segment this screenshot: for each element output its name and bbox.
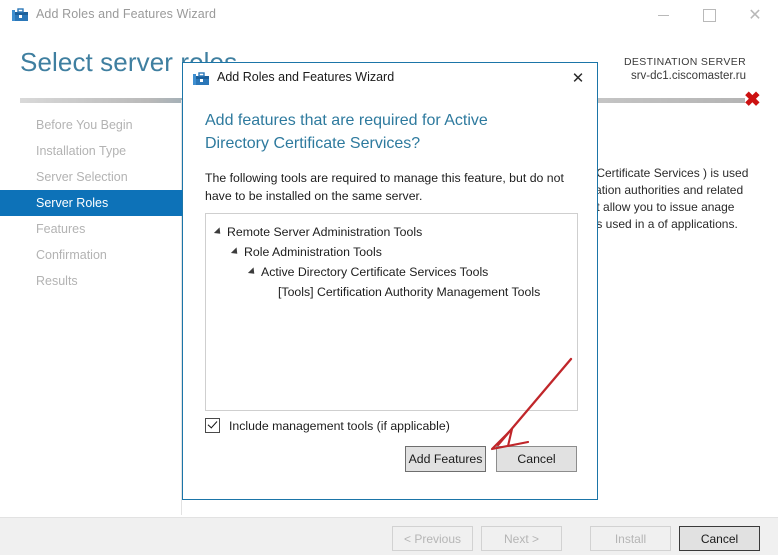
nav-item-server-roles[interactable]: Server Roles [0, 190, 182, 216]
previous-button-label: < Previous [403, 531, 462, 546]
tree-item-role-administration-tools[interactable]: Role Administration Tools [206, 242, 577, 262]
wizard-toolbox-icon [12, 8, 28, 21]
tree-item-remote-server-administration-tools[interactable]: Remote Server Administration Tools [206, 222, 577, 242]
nav-item-confirmation[interactable]: Confirmation [0, 242, 182, 268]
nav-item-server-selection[interactable]: Server Selection [0, 164, 182, 190]
next-button[interactable]: Next > [481, 526, 562, 551]
tree-item-label: Role Administration Tools [244, 245, 382, 259]
include-management-tools-checkbox[interactable] [205, 418, 220, 433]
previous-button[interactable]: < Previous [392, 526, 473, 551]
close-icon[interactable]: ✕ [732, 0, 778, 31]
cancel-button[interactable]: Cancel [679, 526, 760, 551]
nav-item-label: Features [36, 222, 86, 236]
add-features-button-label: Add Features [408, 452, 483, 466]
red-x-annotation: ✖ [744, 89, 761, 111]
nav-item-label: Installation Type [36, 144, 127, 158]
tree-item-label: Remote Server Administration Tools [227, 225, 423, 239]
destination-server-name: srv-dc1.ciscomaster.ru [630, 70, 746, 82]
tree-item-label: Active Directory Certificate Services To… [261, 265, 489, 279]
chevron-expanded-icon [247, 267, 258, 277]
wizard-toolbox-icon [193, 72, 209, 85]
install-button-label: Install [614, 531, 647, 546]
destination-server-label: DESTINATION SERVER [623, 56, 746, 68]
tree-item-label: [Tools] Certification Authority Manageme… [278, 285, 541, 299]
maximize-icon[interactable] [686, 0, 732, 31]
chevron-expanded-icon [230, 247, 241, 257]
tree-item-ad-cs-tools[interactable]: Active Directory Certificate Services To… [206, 262, 577, 282]
dialog-cancel-button-label: Cancel [517, 452, 556, 466]
nav-item-label: Server Selection [36, 170, 128, 184]
nav-item-label: Before You Begin [36, 118, 133, 132]
add-features-dialog: Add Roles and Features Wizard ✕ Add feat… [182, 62, 598, 500]
window-titlebar: Add Roles and Features Wizard ✕ [0, 0, 778, 32]
window-title: Add Roles and Features Wizard [36, 7, 217, 21]
dialog-close-icon[interactable]: ✕ [565, 67, 591, 89]
wizard-footer: < Previous Next > Install Cancel [0, 517, 778, 555]
nav-item-label: Confirmation [36, 248, 107, 262]
dialog-buttons: Add Features Cancel [405, 446, 577, 472]
include-management-tools-checkbox-row[interactable]: Include management tools (if applicable) [205, 418, 450, 433]
include-management-tools-label: Include management tools (if applicable) [229, 418, 450, 433]
nav-item-before-you-begin[interactable]: Before You Begin [0, 112, 182, 138]
minimize-icon[interactable] [640, 0, 686, 31]
dialog-titlebar: Add Roles and Features Wizard ✕ [183, 63, 597, 94]
dialog-cancel-button[interactable]: Cancel [496, 446, 577, 472]
cancel-button-label: Cancel [700, 531, 739, 546]
dialog-heading: Add features that are required for Activ… [205, 112, 488, 152]
nav-item-label: Server Roles [36, 196, 109, 210]
nav-item-results[interactable]: Results [0, 268, 182, 294]
nav-item-features[interactable]: Features [0, 216, 182, 242]
add-features-button[interactable]: Add Features [405, 446, 486, 472]
required-tools-tree[interactable]: Remote Server Administration Tools Role … [205, 213, 578, 411]
nav-item-installation-type[interactable]: Installation Type [0, 138, 182, 164]
window-controls: ✕ [640, 0, 778, 31]
chevron-expanded-icon [213, 227, 224, 237]
app-window: Add Roles and Features Wizard ✕ Select s… [0, 0, 778, 555]
next-button-label: Next > [503, 531, 539, 546]
dialog-title: Add Roles and Features Wizard [217, 70, 395, 84]
footer-buttons: < Previous Next > Install Cancel [392, 526, 760, 551]
nav-item-label: Results [36, 274, 78, 288]
install-button[interactable]: Install [590, 526, 671, 551]
tree-item-certification-authority-management-tools[interactable]: [Tools] Certification Authority Manageme… [206, 282, 577, 302]
wizard-nav: Before You Begin Installation Type Serve… [0, 112, 182, 294]
dialog-subtext: The following tools are required to mana… [205, 171, 564, 203]
